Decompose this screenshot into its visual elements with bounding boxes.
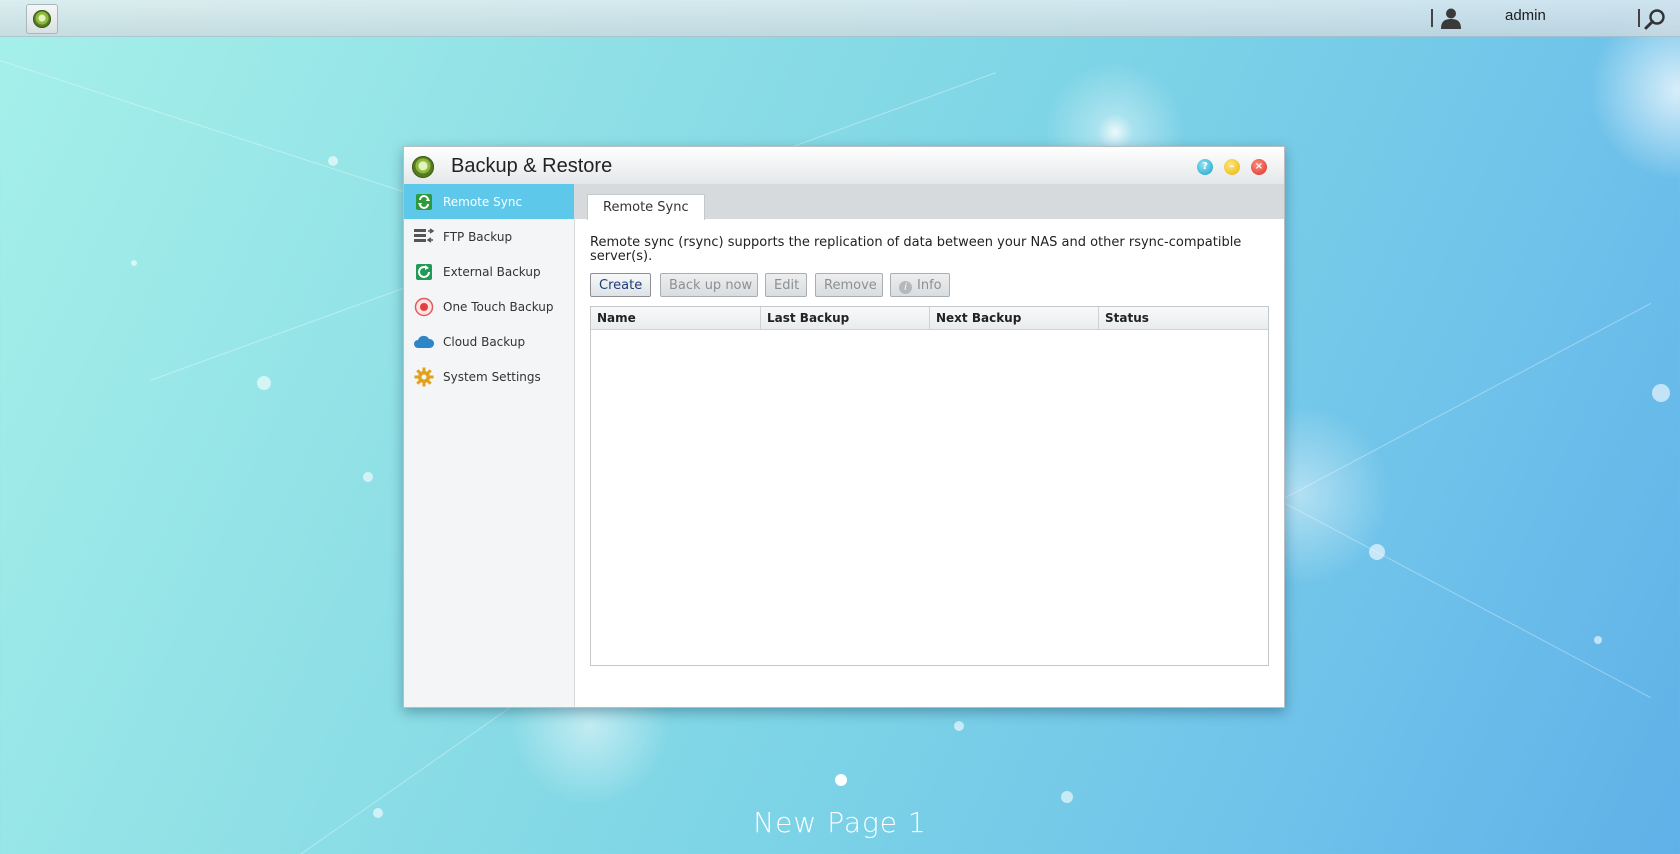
back-up-now-button[interactable]: Back up now xyxy=(660,273,758,297)
tab-remote-sync[interactable]: Remote Sync xyxy=(587,194,705,220)
column-header-last-backup[interactable]: Last Backup xyxy=(761,307,930,329)
sidebar-item-ftp-backup[interactable]: FTP Backup xyxy=(404,219,574,254)
info-button[interactable]: i Info xyxy=(890,273,950,297)
cloud-icon xyxy=(413,331,435,353)
top-bar-separator xyxy=(1431,9,1433,27)
edit-button[interactable]: Edit xyxy=(765,273,807,297)
background-dot xyxy=(363,472,373,482)
background-dot xyxy=(1652,384,1670,402)
ftp-backup-icon xyxy=(413,226,435,248)
window-title: Backup & Restore xyxy=(451,155,613,177)
top-bar xyxy=(0,0,1680,37)
create-button[interactable]: Create xyxy=(590,273,651,297)
help-button[interactable]: ? xyxy=(1197,159,1213,175)
gear-icon xyxy=(413,366,435,388)
background-dot xyxy=(1594,636,1602,644)
sidebar-item-remote-sync[interactable]: Remote Sync xyxy=(404,184,574,219)
sidebar-item-label: External Backup xyxy=(443,264,541,279)
sidebar-item-cloud-backup[interactable]: Cloud Backup xyxy=(404,324,574,359)
remote-sync-table: Name Last Backup Next Backup Status xyxy=(590,306,1269,666)
app-launcher-button[interactable] xyxy=(26,4,58,34)
user-name[interactable]: admin xyxy=(1505,7,1546,24)
column-header-status[interactable]: Status xyxy=(1099,307,1268,329)
sidebar-item-system-settings[interactable]: System Settings xyxy=(404,359,574,394)
app-orb-icon xyxy=(33,10,51,28)
remote-sync-icon xyxy=(413,191,435,213)
background-dot xyxy=(1369,544,1385,560)
sidebar-item-label: Cloud Backup xyxy=(443,334,526,349)
sidebar: Remote Sync FTP Backup External Backup O… xyxy=(404,184,575,707)
sidebar-item-label: System Settings xyxy=(443,369,541,384)
remove-button[interactable]: Remove xyxy=(815,273,883,297)
background-dot xyxy=(1061,791,1073,803)
main-panel: Remote Sync Remote sync (rsync) supports… xyxy=(575,184,1284,707)
close-button[interactable]: × xyxy=(1251,159,1267,175)
top-bar-separator xyxy=(1638,9,1640,27)
backup-restore-window: Backup & Restore ? – × Remote Sync FTP B… xyxy=(403,146,1285,708)
page-indicator-dot[interactable] xyxy=(835,774,847,786)
background-dot xyxy=(257,376,271,390)
desktop-page-label: New Page 1 xyxy=(753,806,927,839)
sidebar-item-label: Remote Sync xyxy=(443,194,523,209)
background-dot xyxy=(131,260,137,266)
app-orb-icon xyxy=(412,156,434,178)
description-text: Remote sync (rsync) supports the replica… xyxy=(590,235,1242,264)
one-touch-backup-icon xyxy=(413,296,435,318)
search-icon[interactable] xyxy=(1644,8,1666,30)
background-dot xyxy=(328,156,338,166)
column-header-next-backup[interactable]: Next Backup xyxy=(930,307,1099,329)
user-icon[interactable] xyxy=(1439,7,1463,29)
minimize-button[interactable]: – xyxy=(1224,159,1240,175)
sidebar-item-external-backup[interactable]: External Backup xyxy=(404,254,574,289)
window-titlebar[interactable]: Backup & Restore ? – × xyxy=(404,147,1284,185)
sidebar-item-label: FTP Backup xyxy=(443,229,513,244)
sidebar-item-label: One Touch Backup xyxy=(443,299,554,314)
background-light-line xyxy=(1279,500,1651,699)
tab-strip: Remote Sync xyxy=(575,184,1284,220)
external-backup-icon xyxy=(413,261,435,283)
info-icon: i xyxy=(899,281,912,294)
column-header-name[interactable]: Name xyxy=(591,307,761,329)
background-dot xyxy=(954,721,964,731)
sidebar-item-one-touch-backup[interactable]: One Touch Backup xyxy=(404,289,574,324)
info-button-label: Info xyxy=(917,278,942,293)
background-light-line xyxy=(1280,302,1652,501)
table-header: Name Last Backup Next Backup Status xyxy=(591,307,1268,330)
